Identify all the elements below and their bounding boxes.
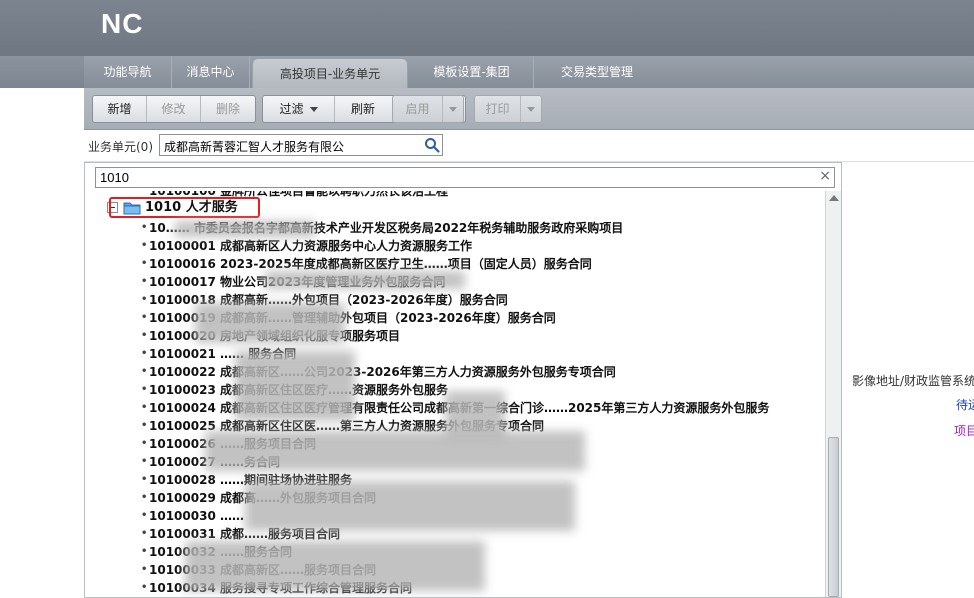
print-dropdown[interactable]	[521, 96, 541, 122]
highlight-box	[109, 197, 260, 218]
redaction-blur	[245, 481, 575, 531]
toolbar: 新增 修改 删除 过滤 刷新 启用 打印	[84, 88, 974, 130]
tree-item[interactable]: 10100001 成都高新区人力资源服务中心人力资源服务工作	[141, 237, 472, 255]
enable-button[interactable]: 启用	[393, 96, 443, 122]
tab-message-center[interactable]: 消息中心	[172, 56, 250, 88]
right-project-link[interactable]: 项目	[954, 422, 974, 439]
edit-button[interactable]: 修改	[147, 96, 201, 122]
enable-dropdown[interactable]	[443, 96, 463, 122]
tab-template-settings[interactable]: 模板设置-集团	[410, 56, 534, 88]
tree-item[interactable]: 10100030 ……	[141, 507, 244, 525]
clear-icon[interactable]: ×	[819, 168, 831, 184]
tree-filter-value: 1010	[100, 170, 129, 185]
redaction-blur	[185, 541, 485, 591]
right-column-header: 影像地址/财政监管系统	[852, 374, 974, 388]
redaction-blur	[205, 431, 585, 471]
scroll-thumb[interactable]	[828, 437, 839, 597]
refresh-button[interactable]: 刷新	[335, 96, 391, 122]
tree-item[interactable]: 10100022 成都高新区……公司2023-2026年第三方人力资源服务外包服…	[141, 363, 616, 381]
tree-scrollbar[interactable]	[825, 191, 841, 597]
redaction-blur	[195, 303, 345, 343]
business-unit-field[interactable]: 成都高新菁蓉汇智人才服务有限公	[159, 134, 443, 156]
print-button[interactable]: 打印	[475, 96, 521, 122]
redaction-blur	[445, 391, 505, 441]
app-header: NC	[0, 0, 974, 56]
tree-panel: 1010 × 10100100 金牌所公佳项目督能以聘职力然长该活工程 1010…	[84, 162, 842, 598]
tab-function-nav[interactable]: 功能导航	[84, 56, 172, 88]
chevron-down-icon	[309, 107, 318, 112]
nc-logo: NC	[101, 8, 144, 39]
tab-project-business-unit[interactable]: 高投项目-业务单元	[252, 58, 408, 88]
scroll-up-icon[interactable]	[829, 195, 839, 201]
chevron-down-icon	[449, 107, 457, 112]
tree-body: 10100100 金牌所公佳项目督能以聘职力然长该活工程 1010 人才服务 1…	[85, 191, 825, 597]
delete-button[interactable]: 删除	[201, 96, 255, 122]
tab-bar: 功能导航 消息中心 高投项目-业务单元 模板设置-集团 交易类型管理	[0, 56, 974, 88]
edit-button-group: 新增 修改 删除	[92, 95, 256, 123]
redaction-blur	[235, 351, 355, 421]
right-panel: 影像地址/财政监管系统 待运 项目	[842, 162, 974, 598]
tab-transaction-type[interactable]: 交易类型管理	[534, 56, 660, 88]
search-icon[interactable]	[423, 136, 441, 154]
tree-filter-input[interactable]: 1010 ×	[95, 167, 835, 188]
enable-button-group: 启用	[392, 95, 464, 123]
filter-label: 过滤	[279, 102, 304, 116]
redaction-blur	[265, 271, 465, 289]
app-window: NC 功能导航 消息中心 高投项目-业务单元 模板设置-集团 交易类型管理 新增…	[0, 0, 974, 598]
add-button[interactable]: 新增	[93, 96, 147, 122]
redaction-blur	[175, 221, 315, 237]
business-unit-label: 业务单元(0)	[88, 140, 153, 154]
right-status-link[interactable]: 待运	[956, 396, 974, 413]
business-unit-value: 成都高新菁蓉汇智人才服务有限公	[164, 140, 345, 154]
tab-strip: 功能导航 消息中心 高投项目-业务单元 模板设置-集团 交易类型管理	[84, 56, 974, 88]
print-button-group: 打印	[474, 95, 542, 123]
chevron-down-icon	[527, 107, 535, 112]
business-unit-row: 业务单元(0) 成都高新菁蓉汇智人才服务有限公	[84, 130, 974, 162]
filter-button[interactable]: 过滤	[263, 96, 335, 122]
